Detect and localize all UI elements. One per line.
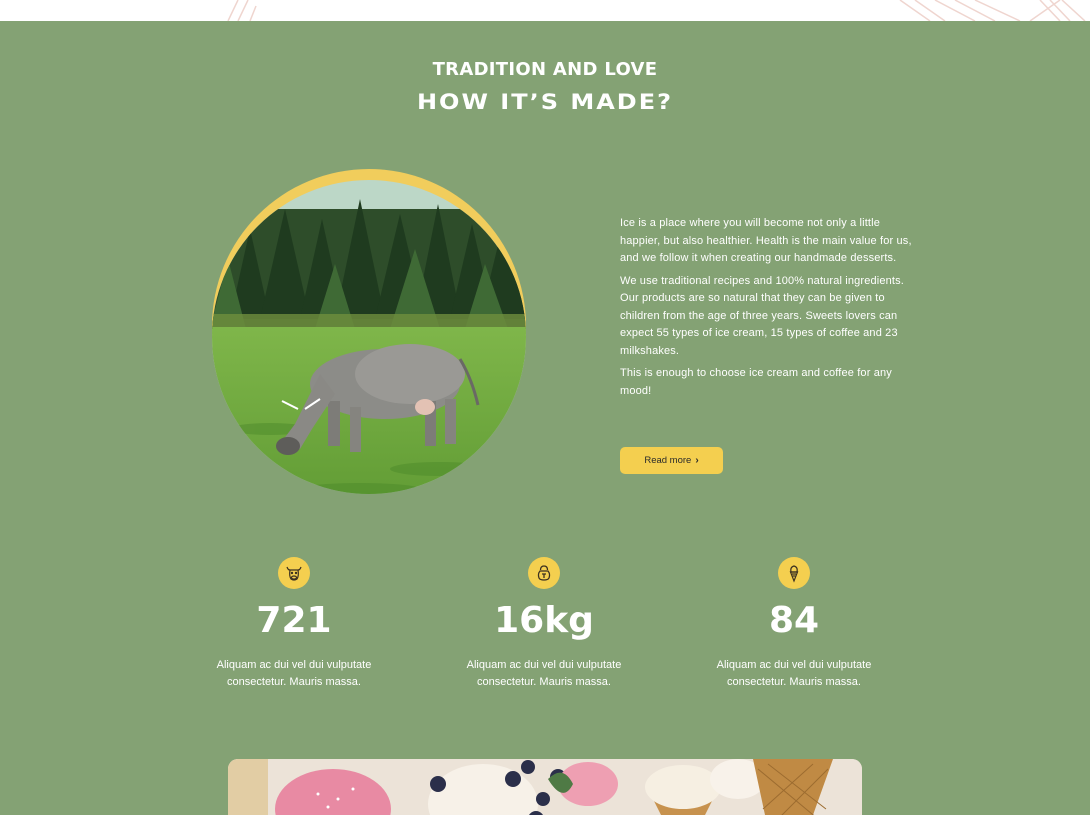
stat-cows: 721 Aliquam ac dui vel dui vulputate con… [194,557,394,691]
description-paragraph-3: This is enough to choose ice cream and c… [620,367,892,397]
stat-value: 84 [768,600,820,641]
ice-cream-icon [778,557,810,589]
cow-icon [278,557,310,589]
stat-description: Aliquam ac dui vel dui vulputate consect… [716,659,872,688]
stat-value: 16kg [494,600,594,641]
chevron-right-icon: › [695,455,699,466]
feature-photo [210,169,528,509]
stat-weight: 16kg Aliquam ac dui vel dui vulputate co… [444,557,644,691]
section-title: HOW IT’S MADE? [416,89,674,115]
kettlebell-icon [528,557,560,589]
section-eyebrow: TRADITION AND LOVE [432,59,658,80]
read-more-label: Read more [644,455,692,466]
top-decorative-strip [0,0,1090,21]
description-paragraph-2: We use traditional recipes and 100% natu… [620,274,904,357]
stat-flavors: 84 Aliquam ac dui vel dui vulputate cons… [694,557,894,691]
ice-cream-photo [228,759,862,815]
read-more-button[interactable]: Read more › [620,447,723,474]
stat-description: Aliquam ac dui vel dui vulputate consect… [466,659,622,688]
how-its-made-section: TRADITION AND LOVE HOW IT’S MADE? Ice is… [0,21,1090,815]
stat-description: Aliquam ac dui vel dui vulputate consect… [216,659,372,688]
description-text: Ice is a place where you will become not… [620,215,912,405]
stat-value: 721 [256,600,332,641]
description-paragraph-1: Ice is a place where you will become not… [620,217,912,264]
